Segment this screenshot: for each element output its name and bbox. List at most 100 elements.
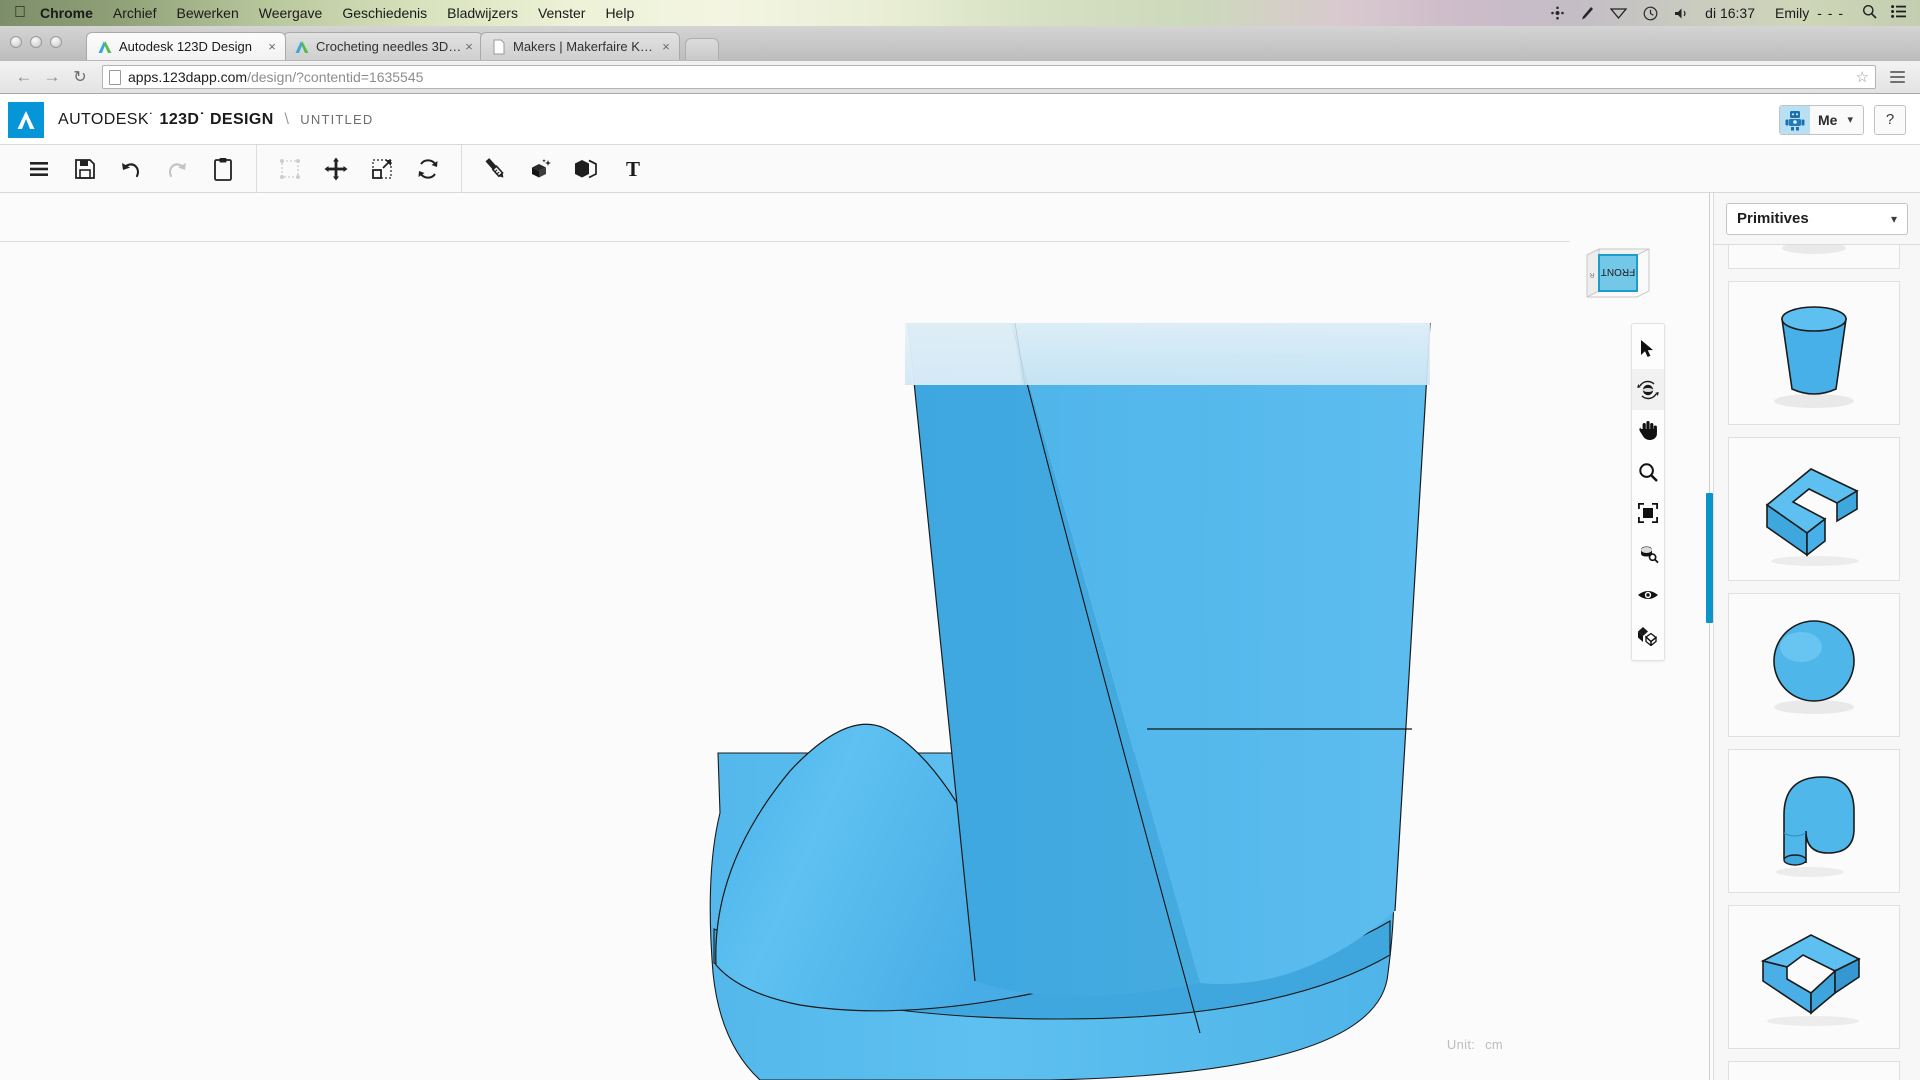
menu-geschiedenis[interactable]: Geschiedenis	[342, 5, 427, 21]
autodesk-123d-favicon	[294, 39, 310, 55]
browser-nav-bar: ← → ↻ apps.123dapp.com /design/?contenti…	[0, 60, 1920, 93]
browser-tabs: Autodesk 123D Design × Crocheting needle…	[86, 32, 719, 60]
view-cube[interactable]: FRONT R	[1579, 245, 1655, 307]
new-tab-button[interactable]	[685, 38, 719, 60]
menu-bar-clock[interactable]: di 16:37	[1705, 5, 1755, 21]
menu-help[interactable]: Help	[605, 5, 634, 21]
apple-logo-icon[interactable]: 	[14, 5, 26, 21]
toolbar-divider-1	[256, 145, 257, 193]
chrome-menu-icon[interactable]	[1884, 64, 1910, 90]
paste-button[interactable]	[200, 146, 246, 192]
toolbar-group-transform	[267, 145, 451, 193]
url-host: apps.123dapp.com	[128, 69, 247, 85]
text-button[interactable]: T	[610, 146, 656, 192]
brand-separator: \	[285, 111, 290, 128]
autodesk-123d-design-app: AUTODESK˙ 123D˙ DESIGN \ UNTITLED Me ▾	[0, 95, 1920, 1080]
category-label: Primitives	[1737, 210, 1809, 227]
help-button[interactable]: ?	[1874, 105, 1906, 135]
sketch-button[interactable]	[472, 146, 518, 192]
close-button[interactable]	[10, 36, 22, 48]
bluetooth-icon[interactable]	[1551, 6, 1564, 20]
primitive-cone[interactable]	[1728, 245, 1900, 269]
menu-weergave[interactable]: Weergave	[259, 5, 323, 21]
unit-value: cm	[1485, 1037, 1503, 1052]
document-name: UNTITLED	[300, 112, 373, 127]
main-toolbar: T	[0, 145, 1920, 193]
select-button[interactable]	[267, 146, 313, 192]
zoom-button[interactable]	[50, 36, 62, 48]
panel-header: Primitives ▾	[1714, 193, 1920, 245]
menu-chrome[interactable]: Chrome	[40, 5, 93, 21]
timemachine-icon[interactable]	[1643, 6, 1658, 21]
menu-archief[interactable]: Archief	[113, 5, 157, 21]
primitives-list	[1714, 245, 1920, 1080]
primitive-u-channel[interactable]	[1728, 437, 1900, 581]
brand-autodesk: AUTODESK˙	[58, 111, 155, 128]
browser-tab-2-title: Crocheting needles 3D Mo	[316, 39, 462, 54]
menu-button[interactable]	[16, 146, 62, 192]
menu-bar-user[interactable]: Emily	[1775, 5, 1809, 21]
primitive-l-bracket[interactable]	[1728, 905, 1900, 1049]
category-select[interactable]: Primitives ▾	[1726, 203, 1908, 235]
3d-viewport[interactable]: FRONT R	[0, 193, 1713, 1080]
account-menu-button[interactable]: Me ▾	[1779, 105, 1864, 135]
undo-button[interactable]	[108, 146, 154, 192]
menu-bewerken[interactable]: Bewerken	[176, 5, 238, 21]
construct-button[interactable]	[518, 146, 564, 192]
address-bar[interactable]: apps.123dapp.com /design/?contentid=1635…	[102, 65, 1876, 89]
primitive-sphere[interactable]	[1728, 593, 1900, 737]
material-tool[interactable]	[1632, 615, 1664, 656]
redo-button[interactable]	[154, 146, 200, 192]
volume-icon[interactable]	[1674, 7, 1689, 20]
move-button[interactable]	[313, 146, 359, 192]
combine-button[interactable]	[564, 146, 610, 192]
browser-tab-2[interactable]: Crocheting needles 3D Mo ×	[283, 32, 483, 60]
account-label: Me	[1810, 112, 1847, 128]
svg-text:T: T	[626, 158, 640, 180]
navigation-toolbar	[1631, 323, 1665, 661]
back-arrow-icon[interactable]: ←	[10, 64, 38, 90]
autodesk-123d-favicon	[97, 39, 113, 55]
unit-indicator: Unit: cm	[1447, 1037, 1503, 1052]
notification-center-icon[interactable]	[1891, 5, 1906, 21]
browser-tab-3[interactable]: Makers | Makerfaire Kerkra ×	[480, 32, 680, 60]
chevron-down-icon: ▾	[1847, 113, 1863, 126]
browser-tab-1-close[interactable]: ×	[265, 39, 279, 54]
browser-tab-3-close[interactable]: ×	[659, 39, 673, 54]
window-traffic-lights	[10, 36, 62, 48]
url-path: /design/?contentid=1635545	[247, 69, 423, 85]
toolbar-group-create: T	[472, 145, 656, 193]
browser-tab-1[interactable]: Autodesk 123D Design ×	[86, 32, 286, 60]
fit-tool[interactable]	[1632, 492, 1664, 533]
zoom-object-tool[interactable]	[1632, 533, 1664, 574]
pen-icon[interactable]	[1580, 6, 1594, 21]
orbit-tool[interactable]	[1632, 369, 1664, 410]
panel-scrollbar[interactable]	[1706, 493, 1713, 623]
forward-arrow-icon[interactable]: →	[38, 64, 66, 90]
visibility-tool[interactable]	[1632, 574, 1664, 615]
minimize-button[interactable]	[30, 36, 42, 48]
pan-tool[interactable]	[1632, 410, 1664, 451]
app-header: AUTODESK˙ 123D˙ DESIGN \ UNTITLED Me ▾	[0, 95, 1920, 145]
reload-icon[interactable]: ↻	[66, 64, 94, 90]
save-button[interactable]	[62, 146, 108, 192]
primitive-elbow-pipe[interactable]	[1728, 749, 1900, 893]
robot-avatar-icon	[1780, 106, 1810, 134]
3d-model-view[interactable]	[0, 193, 1713, 1080]
zoom-tool[interactable]	[1632, 451, 1664, 492]
scale-button[interactable]	[359, 146, 405, 192]
browser-window-chrome: Autodesk 123D Design × Crocheting needle…	[0, 26, 1920, 94]
menu-bladwijzers[interactable]: Bladwijzers	[447, 5, 518, 21]
autodesk-a-logo[interactable]	[8, 102, 44, 138]
primitive-wedge[interactable]	[1728, 1061, 1900, 1080]
menu-venster[interactable]: Venster	[538, 5, 585, 21]
wifi-icon[interactable]	[1610, 7, 1627, 19]
panel-divider	[1709, 193, 1710, 1080]
spotlight-search-icon[interactable]	[1862, 4, 1877, 22]
toolbar-divider-2	[461, 145, 462, 193]
primitive-cylinder[interactable]	[1728, 281, 1900, 425]
rotate-button[interactable]	[405, 146, 451, 192]
browser-tab-2-close[interactable]: ×	[462, 39, 476, 54]
select-tool[interactable]	[1632, 328, 1664, 369]
star-icon[interactable]: ☆	[1856, 68, 1869, 86]
